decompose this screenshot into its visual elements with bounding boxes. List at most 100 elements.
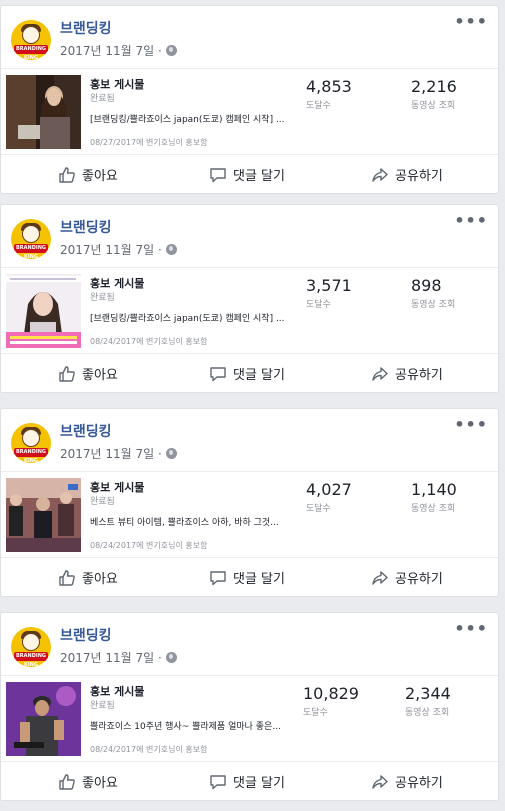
share-label: 공유하기	[395, 169, 443, 184]
reach-label: 도달수	[303, 708, 328, 718]
like-label: 좋아요	[82, 572, 118, 587]
globe-icon	[165, 45, 177, 56]
views-label: 동영상 조회	[411, 504, 456, 514]
promo-status: 완료됨	[90, 497, 115, 507]
post-meta: 2017년 11월 7일 ·	[60, 42, 177, 59]
share-button[interactable]: 공유하기	[371, 568, 443, 587]
views-stat: 2,344 동영상 조회	[405, 684, 451, 718]
page-name[interactable]: 브랜딩킹	[60, 421, 112, 441]
post-date[interactable]: 2017년 11월 7일 ·	[60, 445, 162, 462]
views-label: 동영상 조회	[405, 708, 450, 718]
promo-description: [브랜딩킹/쁠라죠이스 japan(도쿄) 캠페인 시작] ...	[90, 314, 285, 324]
like-label: 좋아요	[82, 776, 118, 791]
share-arrow-icon	[372, 774, 388, 789]
reach-stat: 3,571 도달수	[306, 276, 352, 310]
views-stat: 1,140 동영상 조회	[411, 480, 457, 514]
share-button[interactable]: 공유하기	[371, 772, 443, 791]
share-arrow-icon	[372, 167, 388, 182]
comment-button[interactable]: 댓글 달기	[209, 165, 285, 184]
promo-title: 홍보 게시물	[90, 685, 145, 698]
more-options-icon[interactable]: •••	[454, 619, 488, 638]
comment-button[interactable]: 댓글 달기	[209, 364, 285, 383]
more-options-icon[interactable]: •••	[454, 415, 488, 434]
thumbs-up-icon	[59, 569, 75, 586]
views-value: 2,216	[411, 77, 457, 96]
post-card: BRANDING KING 브랜딩킹 2017년 11월 7일 · ••• 홍보…	[0, 204, 499, 393]
post-meta: 2017년 11월 7일 ·	[60, 649, 177, 666]
avatar-logo-text: BRANDING KING	[15, 46, 46, 60]
page-name[interactable]: 브랜딩킹	[60, 18, 112, 38]
page-name[interactable]: 브랜딩킹	[60, 217, 112, 237]
promo-row[interactable]: 홍보 게시물 완료됨 [브랜딩킹/쁠라죠이스 japan(도쿄) 캠페인 시작]…	[1, 68, 498, 155]
action-bar: 좋아요 댓글 달기 공유하기	[1, 354, 498, 392]
promo-date: 08/24/2017에 변기호님이 홍보함	[90, 745, 208, 754]
promo-row[interactable]: 홍보 게시물 완료됨 베스트 뷰티 아이템, 쁠라죠이스 아하, 바하 그것..…	[1, 471, 498, 558]
speech-bubble-icon	[210, 167, 226, 182]
comment-button[interactable]: 댓글 달기	[209, 568, 285, 587]
avatar-logo-text: BRANDING KING	[15, 245, 46, 259]
share-label: 공유하기	[395, 776, 443, 791]
promo-date: 08/24/2017에 변기호님이 홍보함	[90, 337, 208, 346]
promo-status: 완료됨	[90, 94, 115, 104]
video-thumbnail[interactable]	[6, 75, 81, 149]
views-value: 1,140	[411, 480, 457, 499]
promo-title: 홍보 게시물	[90, 277, 145, 290]
thumbs-up-icon	[59, 773, 75, 790]
views-value: 2,344	[405, 684, 451, 703]
like-button[interactable]: 좋아요	[58, 364, 118, 383]
views-stat: 2,216 동영상 조회	[411, 77, 457, 111]
globe-icon	[165, 652, 177, 663]
speech-bubble-icon	[210, 570, 226, 585]
reach-label: 도달수	[306, 101, 331, 111]
promo-row[interactable]: 홍보 게시물 완료됨 [브랜딩킹/쁠라죠이스 japan(도쿄) 캠페인 시작]…	[1, 267, 498, 354]
thumbs-up-icon	[59, 166, 75, 183]
video-thumbnail[interactable]	[6, 682, 81, 756]
post-header: BRANDING KING 브랜딩킹 2017년 11월 7일 · •••	[1, 6, 498, 68]
promo-status: 완료됨	[90, 701, 115, 711]
post-date[interactable]: 2017년 11월 7일 ·	[60, 42, 162, 59]
post-header: BRANDING KING 브랜딩킹 2017년 11월 7일 · •••	[1, 205, 498, 267]
share-label: 공유하기	[395, 572, 443, 587]
more-options-icon[interactable]: •••	[454, 211, 488, 230]
like-label: 좋아요	[82, 368, 118, 383]
like-button[interactable]: 좋아요	[58, 165, 118, 184]
promo-title: 홍보 게시물	[90, 78, 145, 91]
more-options-icon[interactable]: •••	[454, 12, 488, 31]
page-avatar[interactable]: BRANDING KING	[11, 423, 51, 463]
comment-label: 댓글 달기	[233, 169, 285, 184]
action-bar: 좋아요 댓글 달기 공유하기	[1, 155, 498, 193]
promo-row[interactable]: 홍보 게시물 완료됨 쁠라죠이스 10주년 행사~ 쁠라제품 얼마나 좋은...…	[1, 675, 498, 762]
post-date[interactable]: 2017년 11월 7일 ·	[60, 649, 162, 666]
action-bar: 좋아요 댓글 달기 공유하기	[1, 762, 498, 800]
video-thumbnail[interactable]	[6, 274, 81, 348]
post-date[interactable]: 2017년 11월 7일 ·	[60, 241, 162, 258]
page-avatar[interactable]: BRANDING KING	[11, 627, 51, 667]
action-bar: 좋아요 댓글 달기 공유하기	[1, 558, 498, 596]
reach-label: 도달수	[306, 504, 331, 514]
promo-description: [브랜딩킹/쁠라죠이스 japan(도쿄) 캠페인 시작] ...	[90, 115, 285, 125]
comment-button[interactable]: 댓글 달기	[209, 772, 285, 791]
post-meta: 2017년 11월 7일 ·	[60, 241, 177, 258]
video-thumbnail[interactable]	[6, 478, 81, 552]
page-avatar[interactable]: BRANDING KING	[11, 219, 51, 259]
page-avatar[interactable]: BRANDING KING	[11, 20, 51, 60]
avatar-logo-text: BRANDING KING	[15, 449, 46, 463]
promo-status: 완료됨	[90, 293, 115, 303]
page-name[interactable]: 브랜딩킹	[60, 625, 112, 645]
share-button[interactable]: 공유하기	[371, 364, 443, 383]
share-arrow-icon	[372, 570, 388, 585]
promo-description: 쁠라죠이스 10주년 행사~ 쁠라제품 얼마나 좋은...	[90, 722, 281, 732]
post-card: BRANDING KING 브랜딩킹 2017년 11월 7일 · ••• 홍보…	[0, 5, 499, 194]
like-button[interactable]: 좋아요	[58, 772, 118, 791]
globe-icon	[165, 448, 177, 459]
reach-stat: 4,027 도달수	[306, 480, 352, 514]
reach-value: 3,571	[306, 276, 352, 295]
promo-description: 베스트 뷰티 아이템, 쁠라죠이스 아하, 바하 그것...	[90, 518, 279, 528]
post-header: BRANDING KING 브랜딩킹 2017년 11월 7일 · •••	[1, 613, 498, 675]
like-button[interactable]: 좋아요	[58, 568, 118, 587]
views-value: 898	[411, 276, 442, 295]
reach-label: 도달수	[306, 300, 331, 310]
views-stat: 898 동영상 조회	[411, 276, 455, 310]
share-button[interactable]: 공유하기	[371, 165, 443, 184]
share-label: 공유하기	[395, 368, 443, 383]
